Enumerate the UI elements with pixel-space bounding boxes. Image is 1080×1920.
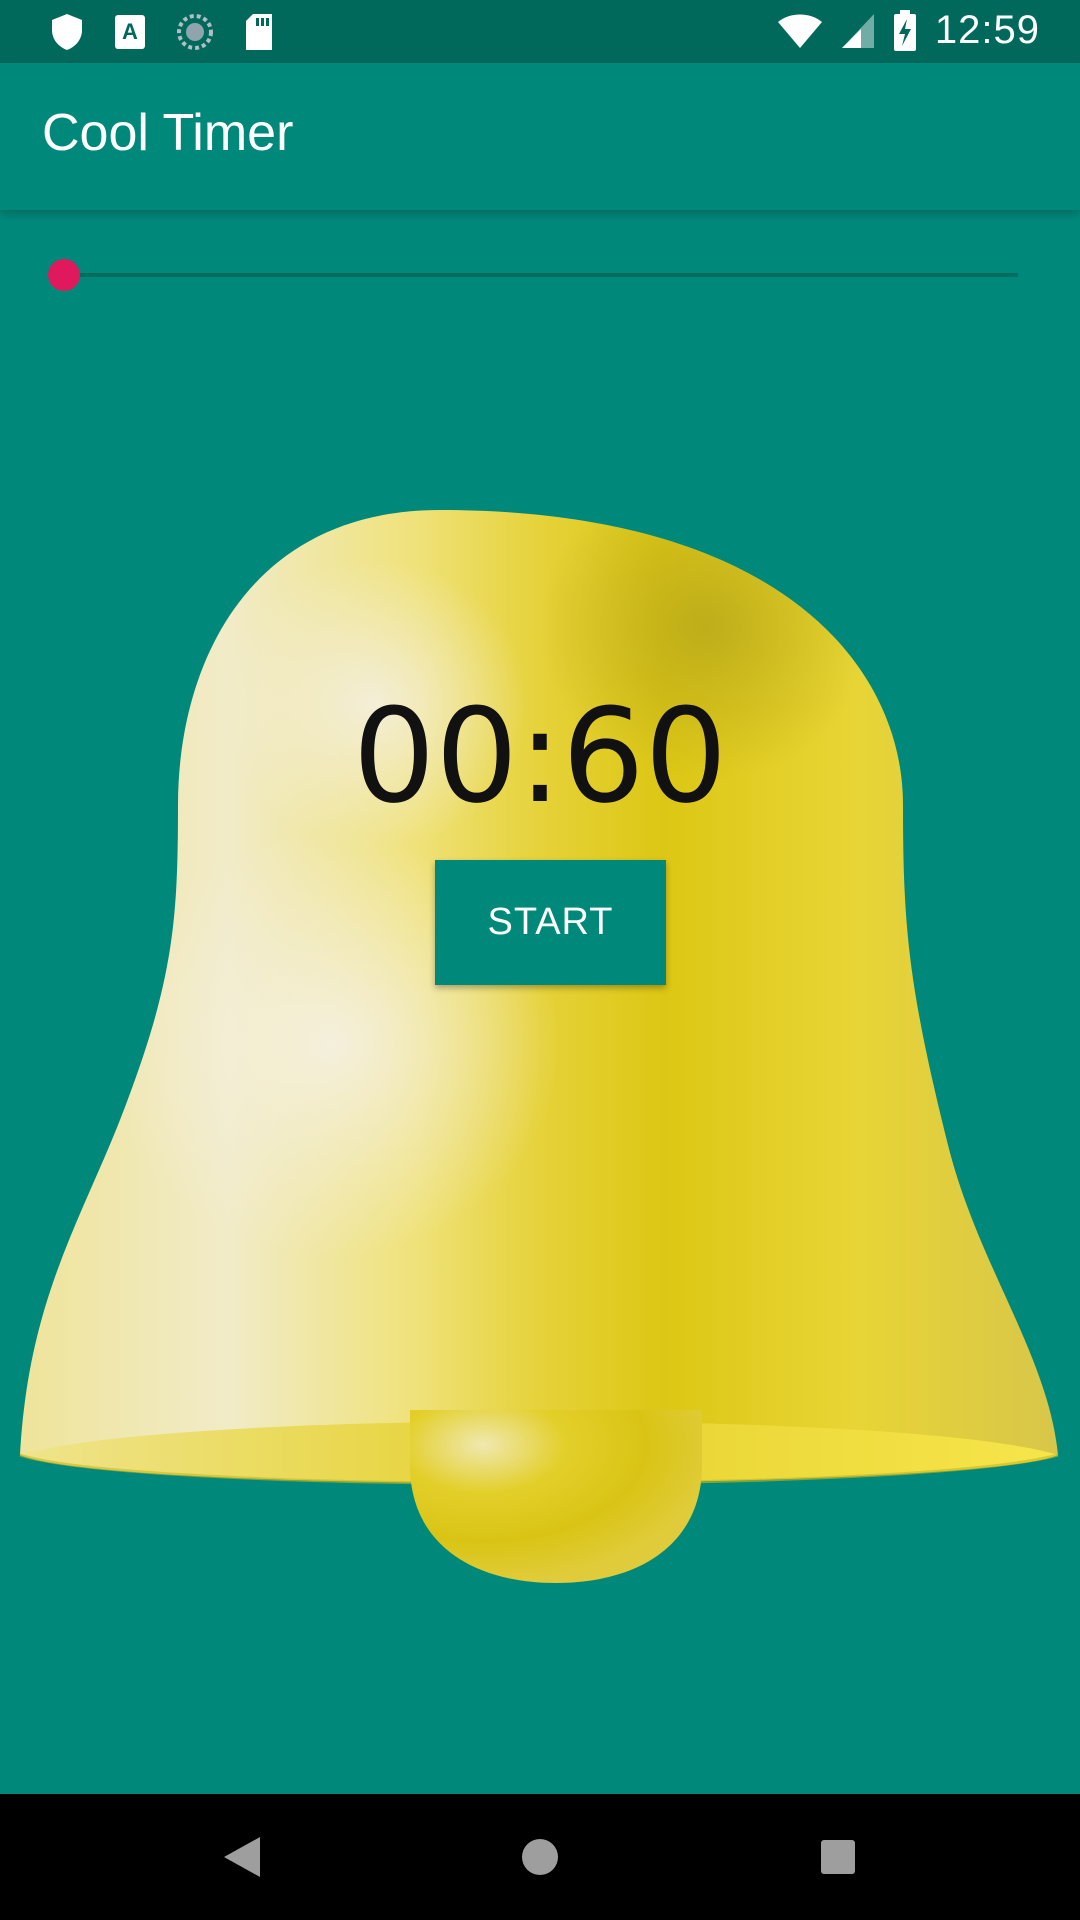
wifi-icon	[777, 14, 822, 48]
bell-image	[19, 510, 1059, 1583]
home-icon[interactable]	[510, 1827, 570, 1887]
status-time: 12:59	[934, 8, 1040, 52]
recents-icon[interactable]	[808, 1827, 868, 1887]
start-button[interactable]: START	[435, 860, 666, 985]
screen: A 12:59 Cool Timer 00:60 START	[0, 0, 1080, 1920]
status-left-icons: A	[50, 12, 274, 52]
app-title: Cool Timer	[42, 104, 294, 162]
status-right-icons: 12:59	[777, 8, 1040, 53]
status-bar: A 12:59	[0, 0, 1080, 63]
sync-icon	[177, 14, 213, 50]
slider-track[interactable]	[62, 273, 1018, 277]
shield-icon	[52, 14, 82, 50]
slider-thumb[interactable]	[48, 259, 80, 291]
navigation-bar	[0, 1794, 1080, 1920]
app-bar: Cool Timer	[0, 63, 1080, 210]
text-a-icon: A	[115, 15, 145, 49]
sd-card-icon	[246, 14, 272, 50]
svg-text:A: A	[122, 19, 138, 44]
cell-signal-icon	[841, 13, 874, 48]
time-slider[interactable]	[48, 255, 1018, 295]
battery-charging-icon	[893, 9, 916, 51]
back-icon[interactable]	[212, 1827, 272, 1887]
timer-display: 00:60	[352, 680, 728, 832]
